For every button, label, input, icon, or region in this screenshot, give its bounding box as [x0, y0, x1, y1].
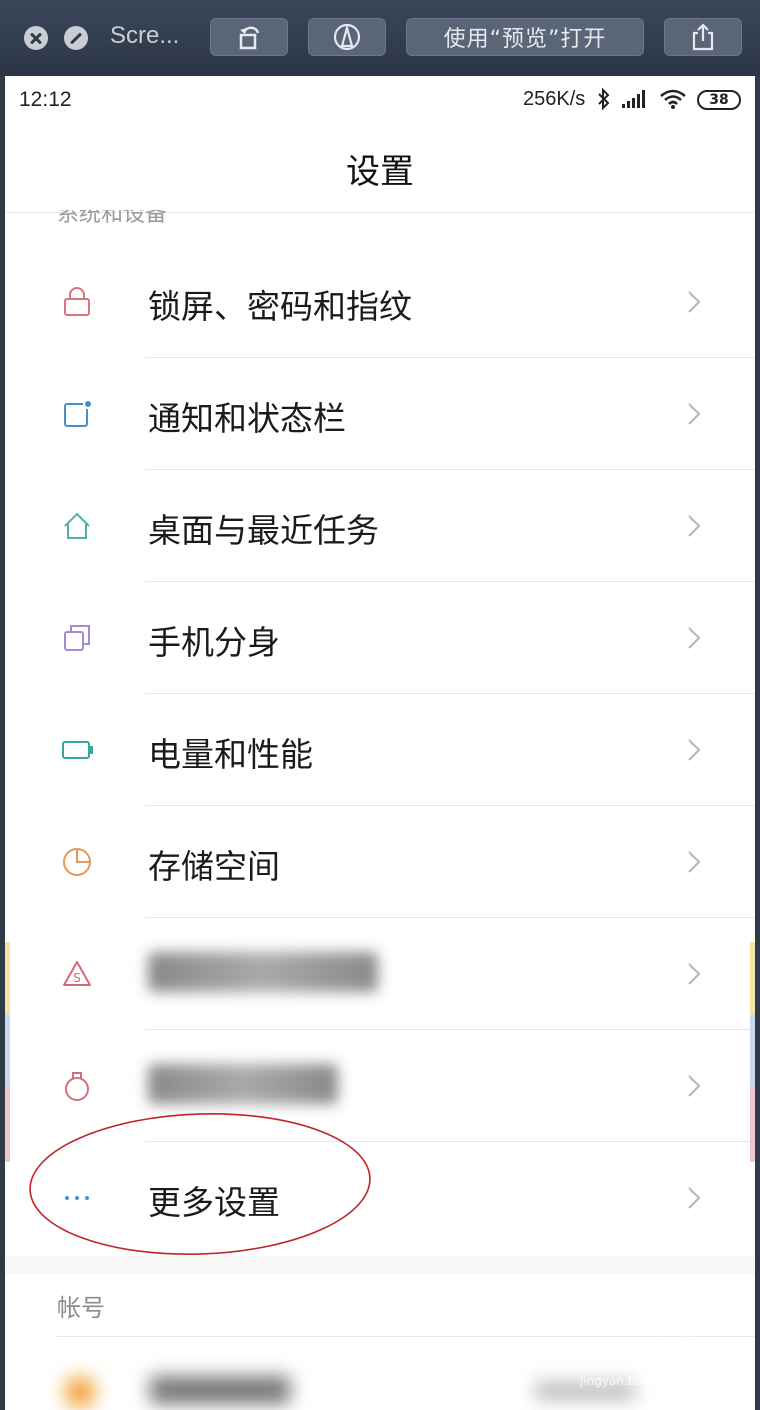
status-bar: 12:12 256K/s 38 [5, 76, 755, 122]
right-edge-strip [750, 942, 755, 1162]
close-icon[interactable] [24, 26, 48, 50]
wifi-icon [660, 89, 686, 109]
chevron-right-icon [688, 963, 701, 985]
settings-row[interactable]: S [5, 918, 755, 1030]
signal-icon [622, 90, 645, 108]
settings-row-label: 存储空间 [148, 847, 280, 886]
account-row-redacted[interactable] [55, 1368, 655, 1408]
page-header: 设置 [5, 122, 755, 214]
storage-pie-icon [63, 848, 91, 876]
settings-row[interactable]: 锁屏、密码和指纹 [5, 246, 755, 358]
section-account-label: 帐号 [57, 1294, 105, 1322]
chevron-right-icon [688, 627, 701, 649]
chevron-right-icon [688, 1187, 701, 1209]
window-title: Scre... [110, 22, 180, 49]
settings-row-label-redacted [148, 1064, 338, 1104]
more-dots-icon [65, 1196, 89, 1200]
rotate-icon [239, 26, 260, 50]
watermark-logo: Baidu 经验 [580, 1336, 703, 1361]
settings-row[interactable]: 手机分身 [5, 582, 755, 694]
security-icon: S [63, 961, 91, 986]
chevron-right-icon [688, 291, 701, 313]
chevron-right-icon [688, 851, 701, 873]
watermark-url: jingyan.baidu.com [580, 1374, 691, 1388]
phone-screen: 12:12 256K/s 38 设置 系统和设备 锁屏、密码和指纹 通知和状态栏桌… [5, 76, 755, 1410]
status-time: 12:12 [19, 88, 72, 111]
bluetooth-icon [598, 88, 610, 110]
rotate-button[interactable] [210, 18, 288, 56]
mi-lab-icon [65, 1072, 89, 1101]
left-edge-strip [5, 942, 10, 1162]
settings-row[interactable]: 通知和状态栏 [5, 358, 755, 470]
battery-level: 38 [697, 90, 741, 110]
chevron-right-icon [688, 1075, 701, 1097]
notification-icon [64, 399, 93, 427]
network-speed: 256K/s [523, 88, 586, 110]
settings-row-label: 电量和性能 [148, 735, 313, 774]
share-button[interactable] [664, 18, 742, 56]
settings-row-label: 手机分身 [148, 623, 280, 662]
settings-row-label: 锁屏、密码和指纹 [148, 287, 412, 326]
home-icon [64, 512, 90, 539]
section-gap [5, 1256, 755, 1274]
dual-app-icon [64, 625, 90, 651]
settings-row-label: 桌面与最近任务 [148, 511, 379, 550]
settings-row[interactable] [5, 1030, 755, 1142]
markup-pen-icon [333, 23, 361, 51]
minimize-icon[interactable] [64, 26, 88, 50]
battery-icon [62, 741, 93, 759]
settings-row[interactable]: 更多设置 [5, 1142, 755, 1254]
settings-row-label: 通知和状态栏 [148, 399, 346, 438]
chevron-right-icon [688, 403, 701, 425]
settings-row[interactable]: 电量和性能 [5, 694, 755, 806]
settings-row-label: 更多设置 [148, 1183, 280, 1222]
settings-row[interactable]: 桌面与最近任务 [5, 470, 755, 582]
section-system-label: 系统和设备 [57, 210, 168, 226]
markup-button[interactable] [308, 18, 386, 56]
svg-text:S: S [73, 971, 81, 985]
settings-row[interactable]: 存储空间 [5, 806, 755, 918]
page-title: 设置 [346, 151, 414, 192]
preview-toolbar: Scre... 使用“预览”打开 [0, 0, 760, 76]
settings-list: 锁屏、密码和指纹 通知和状态栏 桌面与最近任务 手机分身电量和性能存储空间 S 更多设置 [5, 246, 755, 1254]
open-in-preview-button[interactable]: 使用“预览”打开 [406, 18, 644, 56]
share-icon [692, 23, 714, 51]
settings-row-label-redacted [148, 952, 378, 992]
chevron-right-icon [688, 739, 701, 761]
lock-icon [64, 287, 90, 316]
chevron-right-icon [688, 515, 701, 537]
